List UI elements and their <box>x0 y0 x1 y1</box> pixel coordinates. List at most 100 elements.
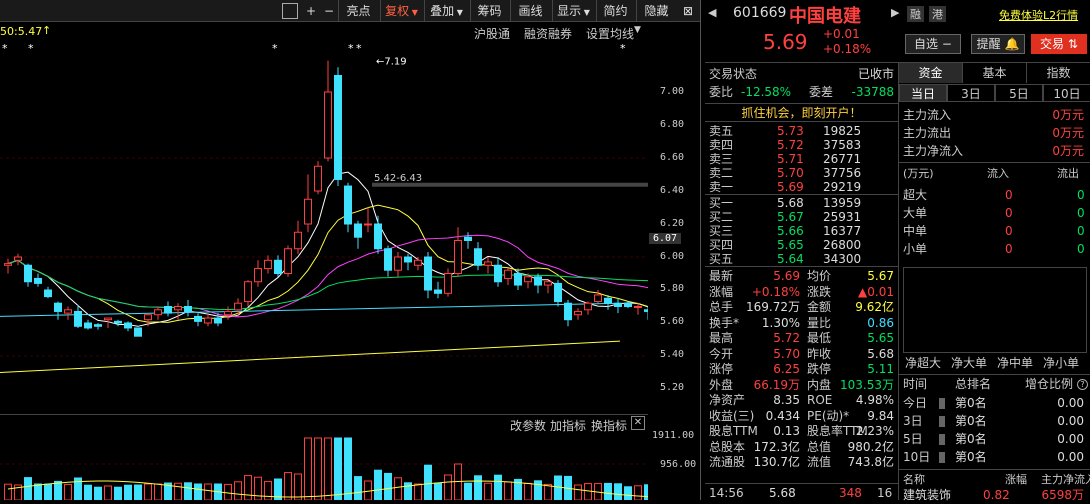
flow-row-label: 中单 <box>903 224 928 238</box>
event-marker[interactable]: * <box>28 42 34 55</box>
quote-value: 103.53万 <box>840 377 894 392</box>
sector-header: 主力净流入 <box>1041 473 1090 486</box>
price-tick: 5.40 <box>660 349 685 360</box>
candle-body <box>504 269 512 279</box>
quote-label: 流值 <box>807 455 832 469</box>
candle-body <box>514 273 522 286</box>
window-icon[interactable] <box>282 3 298 19</box>
volume-bar <box>464 482 472 500</box>
rank-period: 今日 <box>903 396 928 410</box>
period-tab-3[interactable]: 10日 <box>1043 84 1090 102</box>
candle-body <box>244 281 252 303</box>
rank-header: 增仓比例 <box>1025 377 1074 391</box>
event-marker[interactable]: * <box>348 42 354 55</box>
quote-label: 涨停 <box>709 362 734 376</box>
quote-value: 172.3亿 <box>753 439 800 454</box>
rank-indicator <box>939 416 945 427</box>
price-change: +0.01 <box>823 27 860 41</box>
candle-body <box>314 165 322 192</box>
volume-bar <box>414 483 422 500</box>
quote-label: 外盘 <box>709 377 734 392</box>
close-icon[interactable]: ⊠ <box>680 0 696 22</box>
watchlist-button[interactable]: 自选 − <box>905 34 961 54</box>
flow-table-header: 流出 <box>1057 167 1079 180</box>
candle-body <box>254 268 262 283</box>
toolbar-item-4[interactable]: 画线 <box>510 0 550 22</box>
quote-label: 净资产 <box>709 393 746 407</box>
margin-tag[interactable]: 融 <box>907 6 924 22</box>
event-marker[interactable]: * <box>620 42 626 55</box>
toolbar-item-6[interactable]: 简约 <box>596 0 634 22</box>
volume-bar <box>624 486 632 500</box>
l2-promo-link[interactable]: 免费体验L2行情 <box>999 7 1078 23</box>
edit-params-button[interactable]: 改参数 <box>510 417 546 434</box>
volume-bar <box>184 482 192 500</box>
candle-body <box>284 248 292 274</box>
minus-icon[interactable]: − <box>322 0 336 22</box>
fund-tab-label: 指数 <box>1046 66 1071 80</box>
sector-inflow: 6598万 <box>1041 488 1084 502</box>
next-stock-icon[interactable]: ▶ <box>891 6 899 19</box>
candle-body <box>164 306 172 314</box>
event-marker[interactable]: * <box>272 42 278 55</box>
toolbar-item-0[interactable]: 亮点 <box>338 0 378 22</box>
prev-stock-icon[interactable]: ◀ <box>708 6 716 19</box>
stock-name: 中国电建 <box>789 6 861 27</box>
add-indicator-button[interactable]: 加指标 <box>550 417 586 434</box>
volume-bar <box>94 486 102 500</box>
period-tab-0[interactable]: 当日 <box>899 84 947 102</box>
quote-value: 743.8亿 <box>847 455 894 469</box>
fund-tab-2[interactable]: 指数 <box>1027 63 1090 83</box>
toolbar-item-2[interactable]: 叠加 ▼ <box>424 0 468 22</box>
volume-bar <box>224 483 232 500</box>
flow-in: 0 <box>1005 224 1013 238</box>
fund-tab-0[interactable]: 资金 <box>899 63 963 83</box>
range-annotation: 5.42-6.43 <box>374 173 422 184</box>
flow-out: 0 <box>1077 224 1085 238</box>
open-account-link[interactable]: 抓住机会，即刻开户！ <box>705 103 898 122</box>
last-price: 5.69 <box>763 30 808 54</box>
toolbar-label: 显示 <box>557 4 582 18</box>
candle-body <box>194 315 202 322</box>
chevron-down-icon[interactable]: ▼ <box>634 25 641 35</box>
candle-body <box>644 309 648 312</box>
period-tab-2[interactable]: 5日 <box>995 84 1043 102</box>
sector-name[interactable]: 建筑装饰 <box>903 487 951 504</box>
flow-out: 0 <box>1077 242 1085 256</box>
candle-body <box>424 256 432 291</box>
flow-value: 0万元 <box>1052 144 1084 158</box>
volume-bar <box>634 485 642 500</box>
trade-button[interactable]: 交易 ⇅ <box>1031 34 1087 54</box>
sector-header: 涨幅 <box>1005 473 1027 486</box>
period-tab-1[interactable]: 3日 <box>947 84 995 102</box>
hk-tag[interactable]: 港 <box>929 6 946 22</box>
question-icon[interactable]: ? <box>1077 379 1088 390</box>
toolbar-item-5[interactable]: 显示 ▼ <box>552 0 594 22</box>
volume-bar <box>504 481 512 500</box>
candle-body <box>224 310 232 316</box>
event-marker[interactable]: * <box>2 42 8 55</box>
alert-button[interactable]: 提醒 🔔 <box>971 34 1025 54</box>
net-flow-label: 净小单 <box>1043 356 1080 370</box>
candle-body <box>294 231 302 250</box>
event-marker[interactable]: * <box>356 42 362 55</box>
rank-value: 第0名 <box>955 432 987 446</box>
toolbar-item-3[interactable]: 筹码 <box>470 0 508 22</box>
candle-body <box>304 198 312 225</box>
volume-bar <box>244 475 252 500</box>
flow-label: 主力流入 <box>903 108 952 122</box>
candle-body <box>454 240 462 274</box>
rank-value: 第0名 <box>955 414 987 428</box>
toolbar-item-1[interactable]: 复权 ▼ <box>380 0 422 22</box>
switch-indicator-button[interactable]: 换指标 <box>591 417 627 434</box>
candlestick-chart[interactable]: * * * * * *←7.195.42-6.43 <box>0 40 648 414</box>
fund-tab-1[interactable]: 基本 <box>963 63 1027 83</box>
open-account-label: 抓住机会，即刻开户！ <box>741 106 862 120</box>
rank-value: 第0名 <box>955 450 987 464</box>
period-tab-label: 3日 <box>961 87 981 101</box>
toolbar-item-7[interactable]: 隐藏 <box>636 0 676 22</box>
plus-icon[interactable]: + <box>304 0 318 22</box>
flow-row-label: 超大 <box>903 188 928 202</box>
close-icon[interactable]: ✕ <box>631 416 645 430</box>
rank-period: 3日 <box>903 414 923 428</box>
